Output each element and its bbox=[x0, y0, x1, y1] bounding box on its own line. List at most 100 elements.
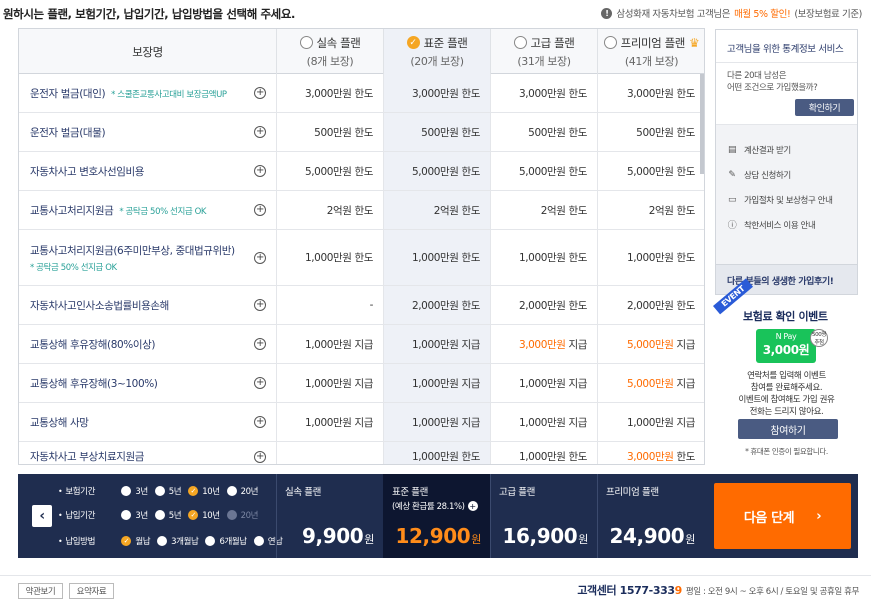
plus-circle-icon[interactable]: + bbox=[254, 338, 266, 350]
join-event-button[interactable]: 참여하기 bbox=[738, 419, 838, 439]
stats-confirm-button[interactable]: 확인하기 bbox=[795, 99, 854, 116]
page-instruction: 원하시는 플랜, 보험기간, 납입기간, 납입방법을 선택해 주세요. bbox=[3, 7, 295, 21]
coverage-value: 1,000만원 한도 bbox=[384, 442, 491, 464]
plus-circle-icon[interactable]: + bbox=[254, 416, 266, 428]
radio-icon[interactable] bbox=[299, 36, 313, 49]
radio-icon[interactable] bbox=[121, 510, 132, 520]
coverage-value: 500만원 한도 bbox=[636, 126, 695, 139]
radio-icon[interactable] bbox=[154, 486, 165, 496]
plus-circle-icon[interactable]: + bbox=[254, 450, 266, 463]
price-premium[interactable]: 프리미엄 플랜 24,900원 bbox=[597, 474, 704, 558]
coverage-value: 5,000만원 한도 bbox=[626, 165, 695, 178]
coverage-value: 2,000만원 한도 bbox=[626, 299, 695, 312]
radio-icon[interactable] bbox=[157, 536, 168, 546]
table-row: 자동차사고 변호사선임비용 +5,000만원 한도 5,000만원 한도 5,000만… bbox=[19, 152, 704, 191]
coverage-name[interactable]: 교통상해 후유장해(80%이상) + bbox=[19, 325, 277, 363]
info-icon: ⓘ bbox=[727, 221, 737, 231]
radio-icon[interactable]: ✓ bbox=[188, 486, 199, 496]
chevron-right-icon: › bbox=[816, 508, 822, 524]
event-description: 연락처를 입력해 이벤트 참여를 완료해주세요. 이벤트에 참여해도 가입 권유… bbox=[738, 371, 835, 417]
coverage-name[interactable]: 교통상해 후유장해(3~100%) + bbox=[19, 364, 277, 402]
coverage-value: 1,000만원 지급 bbox=[277, 325, 384, 363]
link-consult[interactable]: ✎ 상담 신청하기 bbox=[716, 162, 857, 187]
table-scrollbar[interactable] bbox=[700, 74, 704, 174]
radio-icon[interactable]: ✓ bbox=[188, 510, 199, 520]
info-icon[interactable]: + bbox=[467, 501, 478, 511]
coverage-value: 1,000만원 지급 bbox=[491, 364, 598, 402]
price-basic[interactable]: 실속 플랜 9,900원 bbox=[276, 474, 383, 558]
next-step-button[interactable]: 다음 단계 › bbox=[714, 483, 851, 549]
table-row: 교통사고처리지원금(6주미만부상, 중대법규위반) * 공탁금 50% 선지급 O… bbox=[19, 230, 704, 286]
radio-icon[interactable] bbox=[603, 36, 617, 49]
plus-circle-icon[interactable]: + bbox=[254, 204, 266, 216]
lottery-badge: 500명 추첨 bbox=[810, 329, 828, 347]
book-icon: ▭ bbox=[727, 194, 737, 205]
link-procedure[interactable]: ▭ 가입절차 및 보상청구 안내 bbox=[716, 187, 857, 212]
radio-icon[interactable] bbox=[205, 536, 216, 546]
plan-header-basic[interactable]: 실속 플랜 (8개 보장) bbox=[277, 29, 384, 74]
coverage-value: 3,000만원 한도 bbox=[277, 74, 384, 112]
chevron-left-icon[interactable]: ‹ bbox=[32, 505, 52, 527]
coverage-table: 보장명 실속 플랜 (8개 보장) ✓ 표준 플랜 (20개 보장) 고급 플랜 … bbox=[18, 28, 705, 465]
link-calc-result[interactable]: ▤ 계산결과 받기 bbox=[716, 137, 857, 162]
coverage-name[interactable]: 자동차사고 변호사선임비용 + bbox=[19, 152, 277, 190]
table-header: 보장명 실속 플랜 (8개 보장) ✓ 표준 플랜 (20개 보장) 고급 플랜 … bbox=[19, 29, 704, 74]
coverage-value: 2,000만원 한도 bbox=[384, 286, 491, 324]
coverage-name[interactable]: 교통사고처리지원금 * 공탁금 50% 선지급 OK + bbox=[19, 191, 277, 229]
radio-icon[interactable]: ✓ bbox=[121, 536, 132, 546]
coverage-name[interactable]: 교통사고처리지원금(6주미만부상, 중대법규위반) * 공탁금 50% 선지급 O… bbox=[19, 230, 277, 285]
radio-icon[interactable] bbox=[154, 510, 165, 520]
coverage-value: 2억원 한도 bbox=[384, 191, 491, 229]
coverage-name[interactable]: 자동차사고인사소송법률비용손해 + bbox=[19, 286, 277, 324]
npay-coupon: N Pay 3,000원 bbox=[756, 329, 816, 363]
coverage-value: 1,000만원 한도 bbox=[491, 442, 598, 464]
coverage-value: 5,000만원 한도 bbox=[491, 152, 598, 190]
service-links: ▤ 계산결과 받기 ✎ 상담 신청하기 ▭ 가입절차 및 보상청구 안내 ⓘ 착한서비스… bbox=[716, 124, 857, 264]
plus-circle-icon[interactable]: + bbox=[254, 251, 266, 264]
coverage-value: 2억원 한도 bbox=[277, 191, 384, 229]
radio-icon[interactable] bbox=[513, 36, 527, 49]
plus-circle-icon[interactable]: + bbox=[254, 87, 266, 99]
radio-icon[interactable] bbox=[121, 486, 132, 496]
customer-center: 고객센터 1577-3339 평일 : 오전 9시 ~ 오후 6시 / 토요일 … bbox=[577, 584, 859, 597]
radio-icon[interactable] bbox=[253, 536, 264, 546]
coverage-value: 5,000만원 지급 bbox=[626, 377, 695, 390]
table-row: 자동차사고인사소송법률비용손해 + -2,000만원 한도 2,000만원 한도 2,0… bbox=[19, 286, 704, 325]
plan-header-standard[interactable]: ✓ 표준 플랜 (20개 보장) bbox=[384, 29, 491, 74]
coverage-name[interactable]: 교통상해 사망 + bbox=[19, 403, 277, 441]
plus-circle-icon[interactable]: + bbox=[254, 126, 266, 138]
coverage-value: 3,000만원 지급 bbox=[491, 325, 598, 363]
link-good-service[interactable]: ⓘ 착한서비스 이용 안내 bbox=[716, 212, 857, 237]
coverage-value: 1,000만원 한도 bbox=[277, 230, 384, 285]
coverage-value: 3,000만원 한도 bbox=[491, 74, 598, 112]
table-row: 교통사고처리지원금 * 공탁금 50% 선지급 OK +2억원 한도 2억원 한도 2억… bbox=[19, 191, 704, 230]
edit-icon: ✎ bbox=[728, 169, 736, 180]
stats-title: 고객님을 위한 통계정보 서비스 bbox=[716, 30, 857, 63]
event-title: 보험료 확인 이벤트 bbox=[743, 310, 828, 323]
coverage-name[interactable]: 운전자 벌금(대물) + bbox=[19, 113, 277, 151]
coverage-value: 1,000만원 한도 bbox=[491, 230, 598, 285]
price-advanced[interactable]: 고급 플랜 16,900원 bbox=[490, 474, 597, 558]
plus-circle-icon[interactable]: + bbox=[254, 377, 266, 389]
coverage-name[interactable]: 운전자 벌금(대인) * 스쿨존교통사고대비 보장금액UP + bbox=[19, 74, 277, 112]
plan-header-premium[interactable]: 프리미엄 플랜 ♛ (41개 보장) bbox=[598, 29, 704, 74]
table-row: 운전자 벌금(대인) * 스쿨존교통사고대비 보장금액UP +3,000만원 한도 3… bbox=[19, 74, 704, 113]
coverage-value: 2,000만원 한도 bbox=[491, 286, 598, 324]
crown-icon: ♛ bbox=[688, 35, 700, 50]
coverage-value: 1,000만원 한도 bbox=[626, 252, 695, 264]
coverage-value: 1,000만원 지급 bbox=[277, 403, 384, 441]
radio-icon[interactable] bbox=[226, 486, 237, 496]
price-standard[interactable]: 표준 플랜 (예상 환급률 28.1%) + 12,900원 bbox=[383, 474, 490, 558]
plan-header-advanced[interactable]: 고급 플랜 (31개 보장) bbox=[491, 29, 598, 74]
terms-button[interactable]: 약관보기 bbox=[18, 583, 63, 599]
coverage-name[interactable]: 자동차사고 부상치료지원금 + bbox=[19, 442, 277, 464]
plus-circle-icon[interactable]: + bbox=[254, 165, 266, 177]
plus-circle-icon[interactable]: + bbox=[254, 299, 266, 311]
check-icon[interactable]: ✓ bbox=[406, 36, 420, 49]
table-row: 교통상해 후유장해(80%이상) +1,000만원 지급 1,000만원 지급 3,0… bbox=[19, 325, 704, 364]
coverage-value: 3,000만원 한도 bbox=[626, 451, 695, 463]
summary-button[interactable]: 요약자료 bbox=[69, 583, 114, 599]
coverage-name-header: 보장명 bbox=[19, 29, 277, 74]
coverage-value: 1,000만원 지급 bbox=[277, 364, 384, 402]
discount-note: ! 삼성화재 자동차보험 고객님은 매월 5% 할인! (보장보험료 기준) bbox=[601, 6, 862, 20]
